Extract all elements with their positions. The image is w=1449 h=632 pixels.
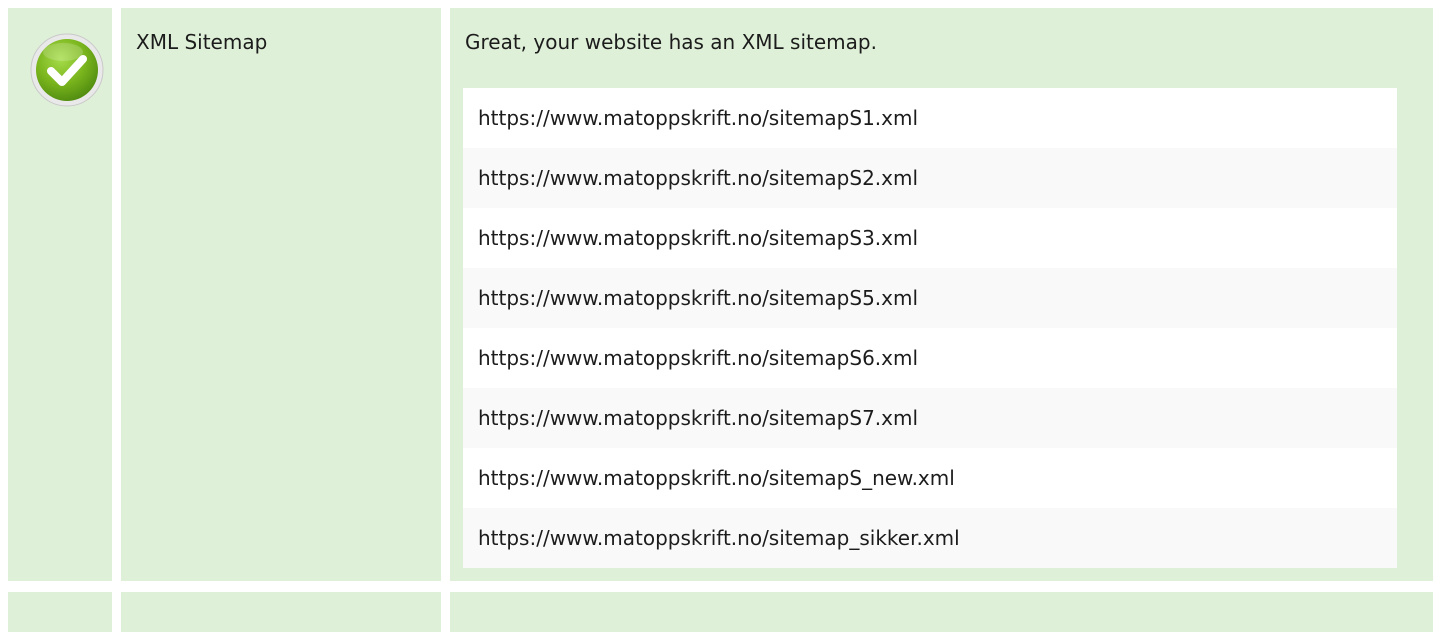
sitemap-url: https://www.matoppskrift.no/sitemapS5.xm… [463,268,1397,328]
sitemap-url: https://www.matoppskrift.no/sitemapS3.xm… [463,208,1397,268]
sitemap-url: https://www.matoppskrift.no/sitemapS1.xm… [463,88,1397,148]
status-cell [8,8,112,581]
check-name: XML Sitemap [136,30,268,54]
sitemap-url: https://www.matoppskrift.no/sitemapS6.xm… [463,328,1397,388]
sitemap-url: https://www.matoppskrift.no/sitemapS_new… [463,448,1397,508]
check-circle-icon [30,33,104,107]
check-result-cell: Great, your website has an XML sitemap. … [450,8,1433,581]
result-message: Great, your website has an XML sitemap. [465,30,877,54]
check-name-cell: XML Sitemap [121,8,441,581]
next-row-result-cell [450,592,1433,632]
sitemap-url: https://www.matoppskrift.no/sitemapS2.xm… [463,148,1397,208]
next-row-name-cell [121,592,441,632]
sitemap-list: https://www.matoppskrift.no/sitemapS1.xm… [463,88,1397,568]
next-row-status-cell [8,592,112,632]
sitemap-url: https://www.matoppskrift.no/sitemap_sikk… [463,508,1397,568]
sitemap-url: https://www.matoppskrift.no/sitemapS7.xm… [463,388,1397,448]
